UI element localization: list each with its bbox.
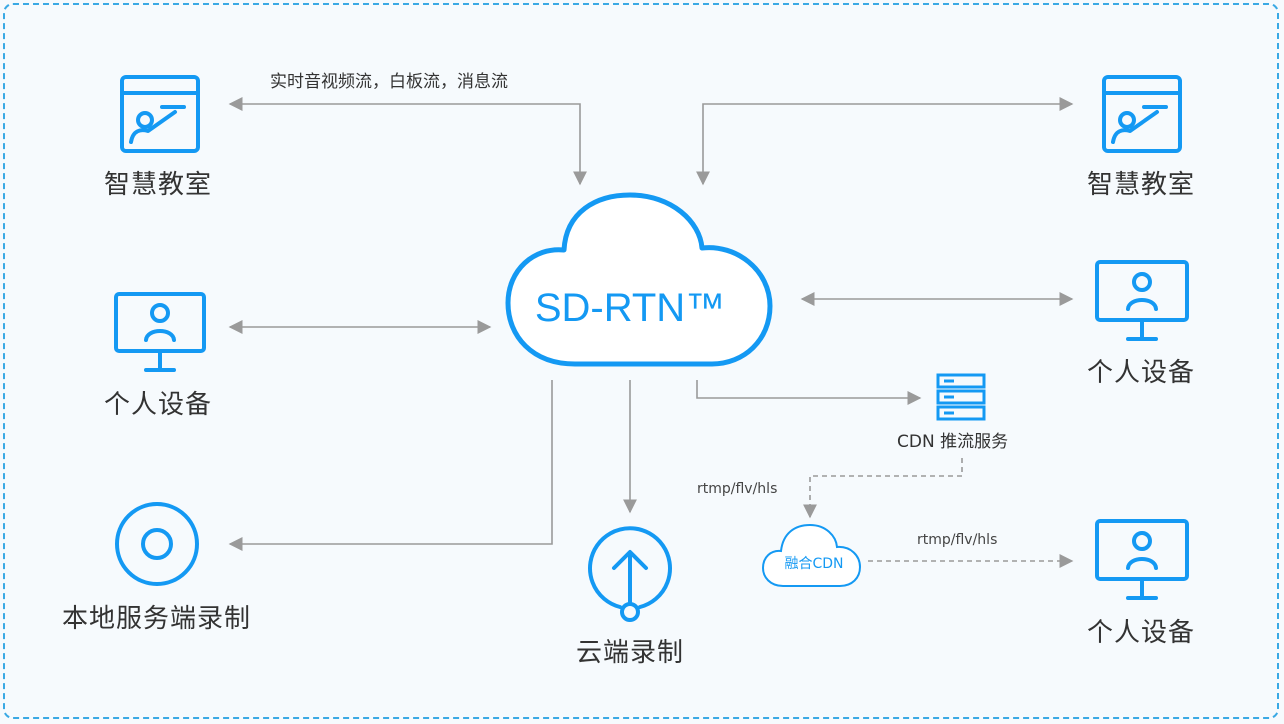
- device-cdn-icon: [1095, 519, 1189, 600]
- sd-rtn-label: SD-RTN™: [534, 286, 726, 330]
- sd-rtn-cloud-icon: [505, 192, 773, 367]
- device-left-label: 个人设备: [104, 390, 213, 420]
- classroom-right-icon: [1102, 75, 1182, 153]
- local-record-label: 本地服务端录制: [62, 604, 252, 634]
- classroom-left-label: 智慧教室: [104, 170, 213, 200]
- edge-local-record: [228, 380, 553, 551]
- device-cdn-label: 个人设备: [1087, 618, 1196, 648]
- protocol-play-label: rtmp/flv/hls: [917, 532, 998, 548]
- device-right-label: 个人设备: [1087, 358, 1196, 388]
- cdn-push-icon: [936, 373, 986, 421]
- device-left-icon: [114, 292, 206, 372]
- edge-classroom-left: [228, 97, 587, 186]
- local-record-icon: [115, 502, 199, 586]
- cloud-record-label: 云端录制: [576, 638, 685, 668]
- stream-types-label: 实时音视频流，白板流，消息流: [270, 72, 508, 92]
- device-right-icon: [1095, 260, 1189, 341]
- fusion-cdn-label: 融合CDN: [784, 556, 844, 572]
- cloud-record-icon: [588, 526, 672, 622]
- classroom-right-label: 智慧教室: [1087, 170, 1196, 200]
- classroom-left-icon: [120, 75, 200, 153]
- cdn-push-label: CDN 推流服务: [897, 432, 1009, 452]
- protocol-push-label: rtmp/flv/hls: [697, 481, 778, 497]
- edge-classroom-right: [696, 97, 1074, 186]
- edge-push-to-fusion: [803, 458, 963, 519]
- edge-cdn-push: [696, 380, 922, 405]
